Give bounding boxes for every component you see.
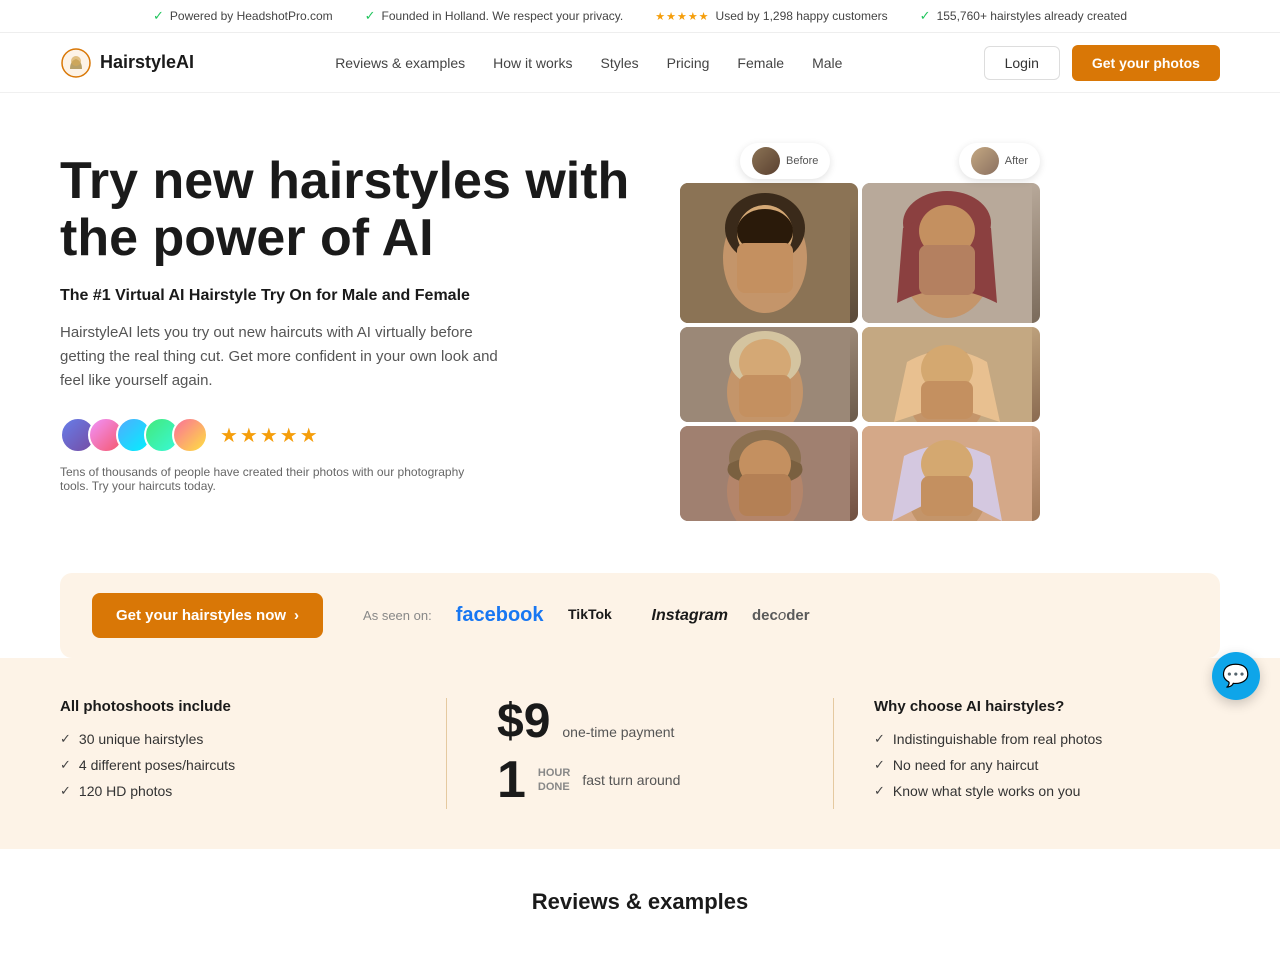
female-hair-1 <box>862 183 1040 323</box>
as-seen-label: As seen on: <box>363 608 432 623</box>
nav-links: Reviews & examples How it works Styles P… <box>335 55 842 71</box>
nav-reviews[interactable]: Reviews & examples <box>335 55 465 71</box>
check-icon-f2: ✓ <box>60 757 71 773</box>
chat-icon: 💬 <box>1222 663 1249 689</box>
check-icon-f1: ✓ <box>60 731 71 747</box>
female-hair-2 <box>862 327 1040 422</box>
topbar-item-3: ★★★★★ Used by 1,298 happy customers <box>655 9 887 23</box>
feature-col-3: Why choose AI hairstyles? ✓ Indistinguis… <box>834 698 1220 809</box>
check-icon-f6: ✓ <box>874 783 885 799</box>
as-seen-on: As seen on: facebook TikTok Instagram de… <box>363 602 1188 629</box>
topbar-item-4: ✓ 155,760+ hairstyles already created <box>920 8 1127 24</box>
decoder-logo: decoder <box>752 607 810 624</box>
before-thumb <box>752 147 780 175</box>
login-button[interactable]: Login <box>984 46 1060 80</box>
hero-description: HairstyleAI lets you try out new haircut… <box>60 321 500 393</box>
check-icon-1: ✓ <box>153 8 164 24</box>
male-hair-3 <box>680 426 858 521</box>
check-icon-4: ✓ <box>920 8 931 24</box>
nav-styles[interactable]: Styles <box>600 55 638 71</box>
topbar-item-2: ✓ Founded in Holland. We respect your pr… <box>365 8 624 24</box>
feature-item-3-2: ✓ No need for any haircut <box>874 757 1180 773</box>
facebook-logo: facebook <box>456 604 544 627</box>
hero-right: Before After <box>680 153 1060 533</box>
tiktok-logo: TikTok <box>568 602 628 629</box>
check-icon-f4: ✓ <box>874 731 885 747</box>
hour-row: 1 HOUR DONE fast turn around <box>497 754 793 806</box>
topbar-item-1: ✓ Powered by HeadshotPro.com <box>153 8 333 24</box>
feature-title-3: Why choose AI hairstyles? <box>874 698 1180 715</box>
hour-number: 1 <box>497 754 526 806</box>
feature-title-1: All photoshoots include <box>60 698 406 715</box>
price-display: $9 <box>497 698 550 746</box>
feature-item-3-1: ✓ Indistinguishable from real photos <box>874 731 1180 747</box>
feature-item-1-3: ✓ 120 HD photos <box>60 783 406 799</box>
hair-col-female <box>862 183 1040 521</box>
nav-female[interactable]: Female <box>737 55 784 71</box>
hero-left: Try new hairstyles with the power of AI … <box>60 153 640 525</box>
navbar: HairstyleAI Reviews & examples How it wo… <box>0 33 1280 93</box>
chat-widget[interactable]: 💬 <box>1212 652 1260 700</box>
male-hair-2 <box>680 327 858 422</box>
hero-stars: ★★★★★ <box>220 423 320 448</box>
hero-title: Try new hairstyles with the power of AI <box>60 153 640 267</box>
reviews-title: Reviews & examples <box>60 889 1220 915</box>
check-icon-2: ✓ <box>365 8 376 24</box>
hero-section: Try new hairstyles with the power of AI … <box>0 93 1280 573</box>
features-row: All photoshoots include ✓ 30 unique hair… <box>0 658 1280 849</box>
nav-male[interactable]: Male <box>812 55 842 71</box>
hair-grid <box>680 183 1040 521</box>
arrow-right-icon: › <box>294 607 299 624</box>
hour-label: HOUR DONE <box>538 766 570 795</box>
get-photos-button[interactable]: Get your photos <box>1072 45 1220 81</box>
feature-item-1-2: ✓ 4 different poses/haircuts <box>60 757 406 773</box>
social-proof-text: Tens of thousands of people have created… <box>60 465 480 493</box>
after-indicator: After <box>959 143 1040 179</box>
avatars <box>60 417 208 453</box>
after-thumb <box>971 147 999 175</box>
stars-icon: ★★★★★ <box>655 10 709 23</box>
top-bar: ✓ Powered by HeadshotPro.com ✓ Founded i… <box>0 0 1280 33</box>
logo[interactable]: HairstyleAI <box>60 47 194 79</box>
hour-desc: fast turn around <box>582 772 680 788</box>
feature-col-2: $9 one-time payment 1 HOUR DONE fast tur… <box>447 698 833 806</box>
nav-how-it-works[interactable]: How it works <box>493 55 572 71</box>
svg-text:TikTok: TikTok <box>568 606 612 622</box>
before-indicator: Before <box>740 143 830 179</box>
instagram-logo: Instagram <box>652 607 728 625</box>
price-label: one-time payment <box>562 724 674 740</box>
hair-col-male <box>680 183 858 521</box>
feature-item-1-1: ✓ 30 unique hairstyles <box>60 731 406 747</box>
hour-labels: HOUR DONE <box>538 766 570 795</box>
feature-col-1: All photoshoots include ✓ 30 unique hair… <box>60 698 446 809</box>
female-hair-3 <box>862 426 1040 521</box>
hero-subtitle: The #1 Virtual AI Hairstyle Try On for M… <box>60 287 640 305</box>
nav-pricing[interactable]: Pricing <box>667 55 710 71</box>
avatar-row: ★★★★★ <box>60 417 640 453</box>
get-hairstyles-button[interactable]: Get your hairstyles now › <box>92 593 323 638</box>
cta-banner: Get your hairstyles now › As seen on: fa… <box>60 573 1220 658</box>
reviews-section: Reviews & examples <box>0 849 1280 955</box>
price-row: $9 one-time payment <box>497 698 793 746</box>
avatar-5 <box>172 417 208 453</box>
nav-actions: Login Get your photos <box>984 45 1220 81</box>
check-icon-f3: ✓ <box>60 783 71 799</box>
logo-icon <box>60 47 92 79</box>
male-hair-1 <box>680 183 858 323</box>
check-icon-f5: ✓ <box>874 757 885 773</box>
social-logos: facebook TikTok Instagram decoder <box>456 602 810 629</box>
feature-item-3-3: ✓ Know what style works on you <box>874 783 1180 799</box>
